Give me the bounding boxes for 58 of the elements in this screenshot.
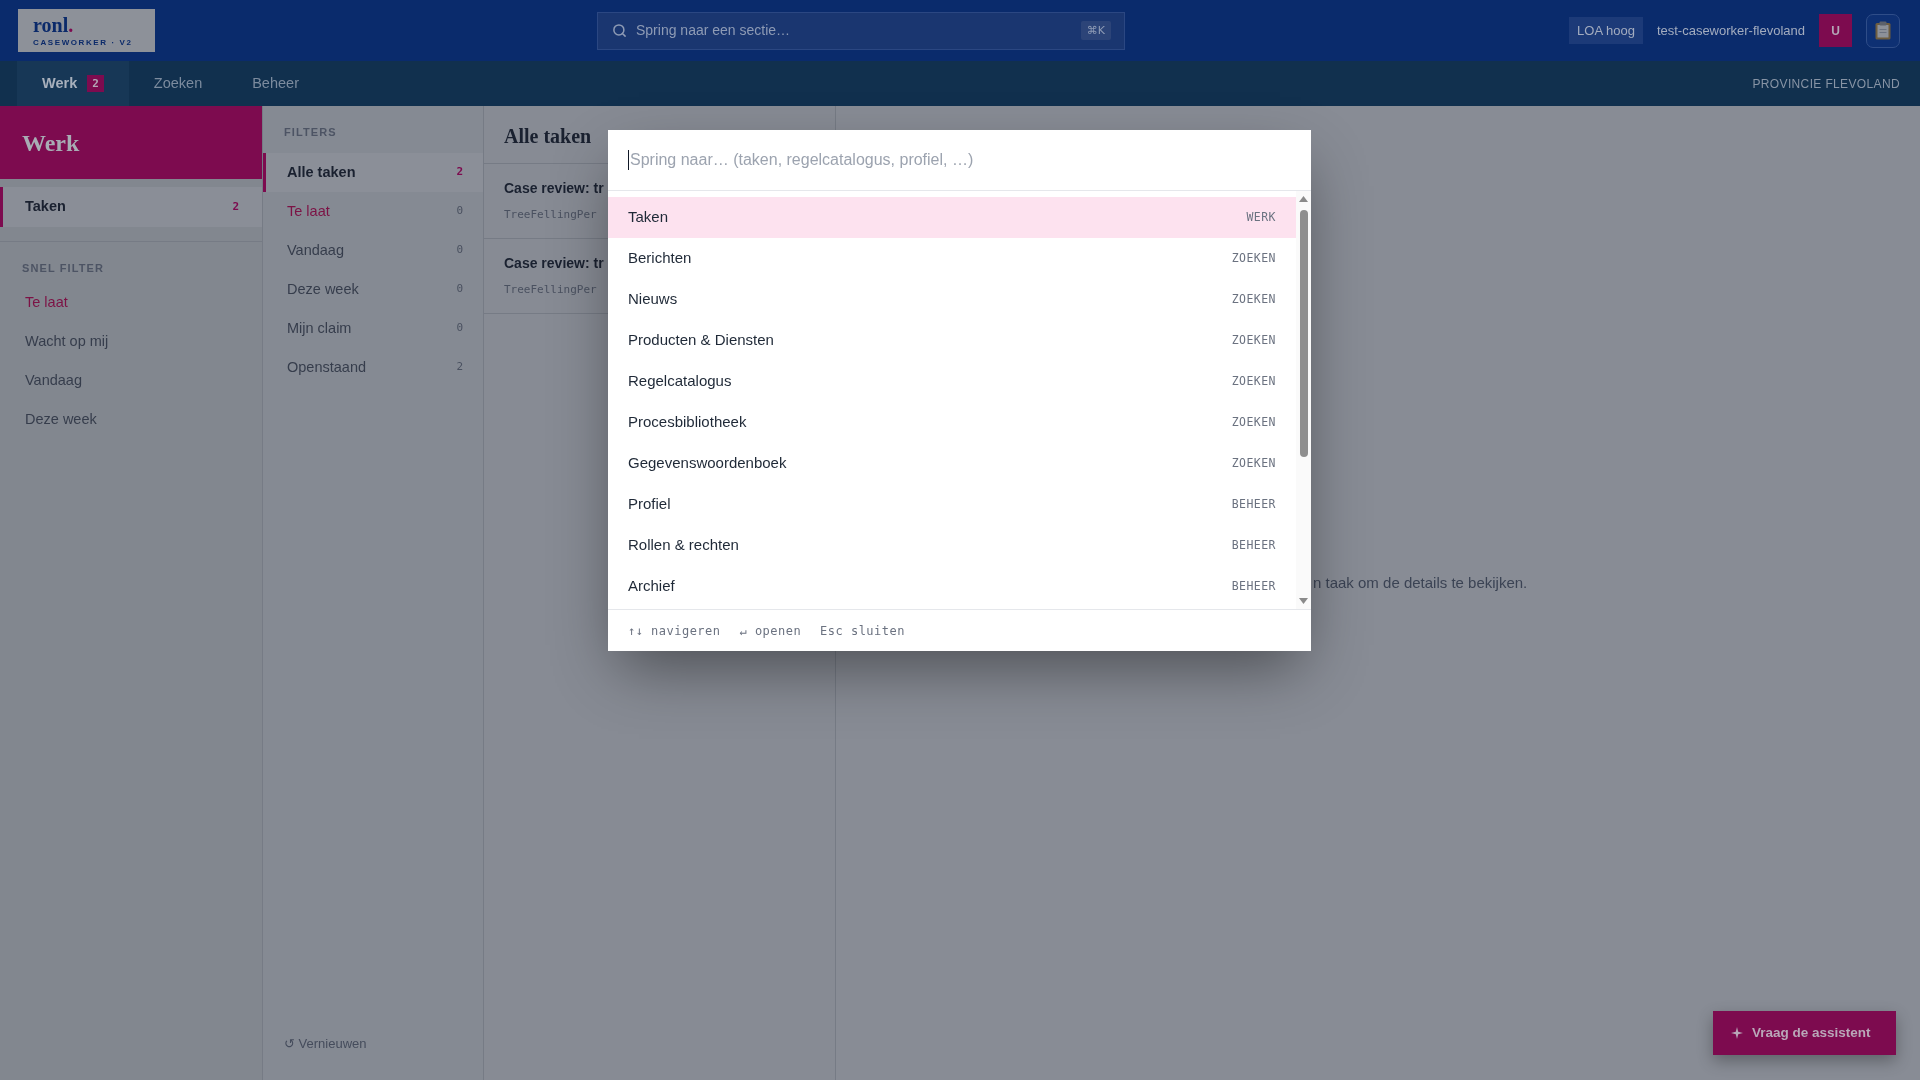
keyboard-hint: Esc sluiten (820, 622, 905, 640)
keyboard-shortcut: ⌘K (1080, 21, 1111, 40)
quick-filter-link[interactable]: Deze week (0, 400, 262, 439)
quick-filter-link[interactable]: Te laat (0, 283, 262, 322)
section-title: Werk (22, 128, 80, 157)
section-tag: BEHEER (1231, 495, 1276, 514)
section-tag: ZOEKEN (1231, 249, 1276, 268)
scroll-down-arrow-icon[interactable] (1299, 598, 1308, 604)
clipboard-icon (1875, 21, 1891, 40)
task-title[interactable]: Case review: tr (504, 180, 604, 196)
clipboard-button[interactable] (1866, 13, 1900, 48)
nav-tab[interactable]: Beheer (227, 61, 324, 106)
quick-filter-link[interactable]: Wacht op mij (0, 322, 262, 361)
task-title[interactable]: Case review: tr (504, 255, 604, 271)
section-tag: ZOEKEN (1231, 454, 1276, 473)
scrollbar-track[interactable] (1296, 191, 1311, 609)
section-tag: ZOEKEN (1231, 413, 1276, 432)
username: test-caseworker-flevoland (1656, 21, 1805, 40)
section-tag: ZOEKEN (1231, 331, 1276, 350)
quick-filter-link[interactable]: Vandaag (0, 361, 262, 400)
keyboard-hint: ↵ openen (739, 622, 802, 640)
section-tag: BEHEER (1231, 536, 1276, 555)
logo-panel[interactable]: ronl. CASEWORKER · V2 (18, 9, 155, 52)
filter-count: 2 (456, 359, 463, 376)
item-count: 2 (232, 198, 239, 215)
section-tag: ZOEKEN (1231, 372, 1276, 391)
filter-item[interactable]: Alle taken 2 (263, 153, 483, 192)
logo-dot: . (68, 14, 74, 35)
tab-count-badge: 2 (87, 75, 104, 92)
loa-level-badge: LOA hoog (1569, 17, 1643, 44)
refresh-button[interactable]: ↺ Vernieuwen (284, 1033, 367, 1053)
command-search-field[interactable]: Spring naar… (taken, regelcatalogus, profiel, …) (628, 150, 1291, 170)
filter-item[interactable]: Openstaand 2 (263, 348, 483, 387)
task-list-title: Alle taken (504, 124, 592, 149)
organization-name: PROVINCIE FLEVOLAND (1752, 75, 1900, 93)
section-tag: BEHEER (1231, 577, 1276, 596)
nav-tab[interactable]: Zoeken (128, 61, 228, 106)
section-search-field[interactable]: Spring naar een sectie… ⌘K (597, 11, 1125, 50)
scrollbar-thumb[interactable] (1299, 210, 1308, 457)
sidebar-item[interactable]: Taken 2 (0, 187, 262, 227)
scroll-up-arrow-icon[interactable] (1299, 196, 1308, 202)
command-result[interactable]: Taken WERK (608, 197, 1296, 238)
logo-subtitle: CASEWORKER · V2 (33, 38, 134, 47)
assistant-button[interactable]: Vraag de assistent (1713, 1011, 1896, 1055)
section-tag: ZOEKEN (1231, 290, 1276, 309)
task-process-name: TreeFellingPer (504, 283, 597, 297)
empty-state-message: n taak om de details te bekijken. (1313, 574, 1529, 592)
section-tag: WERK (1246, 208, 1276, 227)
logo-wordmark: ronl (33, 14, 69, 35)
keyboard-hint: ↑↓ navigeren (628, 622, 721, 640)
task-process-name: TreeFellingPer (504, 208, 597, 222)
search-input[interactable]: Spring naar een sectie… (636, 20, 1072, 41)
nav-tab[interactable]: Werk 2 (17, 61, 129, 106)
sparkle-icon (1731, 1027, 1743, 1039)
search-icon (612, 23, 627, 38)
user-avatar[interactable]: U (1819, 14, 1852, 47)
filter-count: 2 (456, 164, 463, 181)
filters-heading: FILTERS (283, 126, 338, 139)
